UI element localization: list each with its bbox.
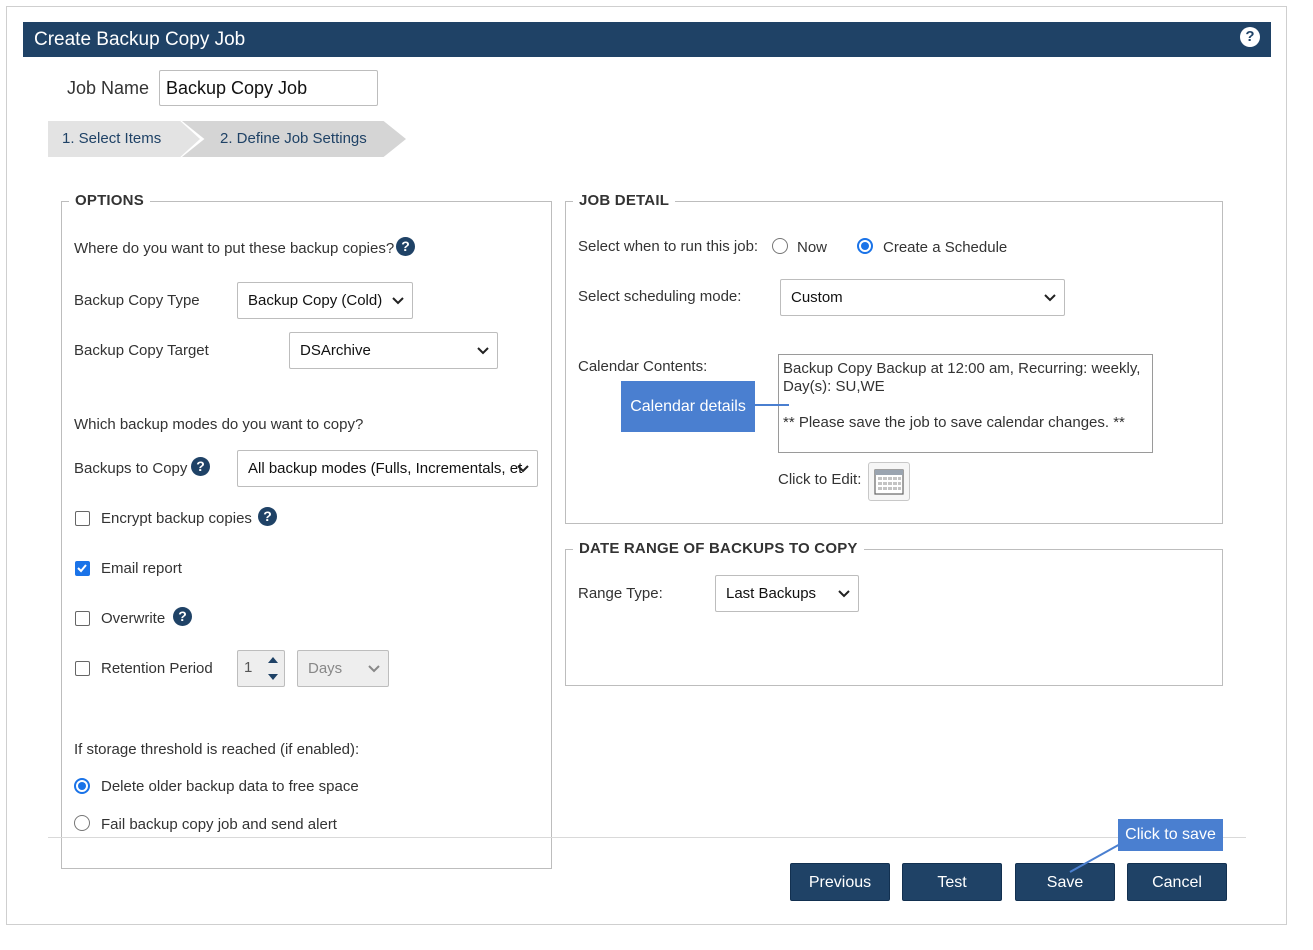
copy-type-label: Backup Copy Type [74,292,200,309]
create-schedule-label: Create a Schedule [883,239,1008,256]
retention-unit-select[interactable]: Days [297,650,389,687]
edit-calendar-button[interactable] [868,462,910,501]
delete-older-label: Delete older backup data to free space [101,778,359,795]
calendar-callout-connector [755,404,789,406]
scheduling-mode-select[interactable]: Custom [780,279,1065,316]
copy-type-value: Backup Copy (Cold) [248,292,383,309]
backups-to-copy-value: All backup modes (Fulls, Incrementals, e… [248,460,523,477]
retention-value: 1 [244,659,253,676]
calendar-icon [874,469,904,495]
fail-job-radio[interactable] [74,815,90,831]
copy-target-label: Backup Copy Target [74,342,209,359]
create-schedule-radio[interactable] [857,238,873,254]
scheduling-mode-label: Select scheduling mode: [578,288,742,305]
options-legend: OPTIONS [69,192,150,209]
range-type-select[interactable]: Last Backups [715,575,859,612]
modes-question: Which backup modes do you want to copy? [74,416,364,433]
help-icon[interactable]: ? [191,457,210,476]
backups-to-copy-select[interactable]: All backup modes (Fulls, Incrementals, e… [237,450,538,487]
overwrite-checkbox[interactable] [75,611,90,626]
title-bar: Create Backup Copy Job ? [23,22,1271,57]
chevron-down-icon [477,346,489,354]
save-callout-connector [1069,842,1123,873]
retention-unit-value: Days [308,660,343,677]
click-to-edit-label: Click to Edit: [778,471,862,488]
encrypt-label: Encrypt backup copies [101,510,252,527]
help-icon[interactable]: ? [173,607,192,626]
save-callout: Click to save [1118,819,1223,851]
previous-button[interactable]: Previous [790,863,890,901]
help-icon[interactable]: ? [396,237,415,256]
where-question: Where do you want to put these backup co… [74,240,395,257]
stepper-up-icon[interactable] [268,657,278,663]
email-report-label: Email report [101,560,182,577]
threshold-question: If storage threshold is reached (if enab… [74,741,360,758]
step-select-items[interactable]: 1. Select Items [48,121,200,157]
footer-divider [48,837,1246,838]
run-now-radio[interactable] [772,238,788,254]
calendar-contents-box[interactable]: Backup Copy Backup at 12:00 am, Recurrin… [778,354,1153,453]
retention-checkbox[interactable] [75,661,90,676]
scheduling-mode-value: Custom [791,289,843,306]
range-type-value: Last Backups [726,585,817,602]
encrypt-checkbox[interactable] [75,511,90,526]
date-range-panel: DATE RANGE OF BACKUPS TO COPY [565,540,1223,686]
run-now-label: Now [797,239,828,256]
email-report-checkbox[interactable] [75,561,90,576]
backups-to-copy-label: Backups to Copy [74,460,188,477]
calendar-line-1: Backup Copy Backup at 12:00 am, Recurrin… [783,360,1141,377]
chevron-down-icon [392,296,404,304]
run-when-label: Select when to run this job: [578,238,759,255]
step-define-job-settings[interactable]: 2. Define Job Settings [182,121,406,157]
help-icon[interactable]: ? [258,507,277,526]
stepper-down-icon[interactable] [268,674,278,680]
copy-target-select[interactable]: DSArchive [289,332,498,369]
chevron-down-icon [838,589,850,597]
job-detail-legend: JOB DETAIL [573,192,676,209]
calendar-details-callout: Calendar details [621,381,755,432]
fail-job-label: Fail backup copy job and send alert [101,816,337,833]
calendar-contents-label: Calendar Contents: [578,358,708,375]
chevron-down-icon [1044,293,1056,301]
dialog-title: Create Backup Copy Job [34,29,246,50]
job-name-input[interactable] [159,70,378,106]
job-name-label: Job Name [67,78,150,98]
cancel-button[interactable]: Cancel [1127,863,1227,901]
help-icon[interactable]: ? [1240,27,1260,47]
calendar-line-2: Day(s): SU,WE [783,378,885,395]
copy-target-value: DSArchive [300,342,371,359]
chevron-down-icon [517,464,529,472]
test-button[interactable]: Test [902,863,1002,901]
checkmark-icon [77,564,87,573]
copy-type-select[interactable]: Backup Copy (Cold) [237,282,413,319]
chevron-down-icon [368,664,380,672]
calendar-line-3: ** Please save the job to save calendar … [783,414,1125,431]
overwrite-label: Overwrite [101,610,166,627]
range-type-label: Range Type: [578,585,663,602]
retention-label: Retention Period [101,660,213,677]
delete-older-radio[interactable] [74,778,90,794]
retention-value-stepper[interactable]: 1 [237,650,285,687]
date-range-legend: DATE RANGE OF BACKUPS TO COPY [573,540,864,557]
